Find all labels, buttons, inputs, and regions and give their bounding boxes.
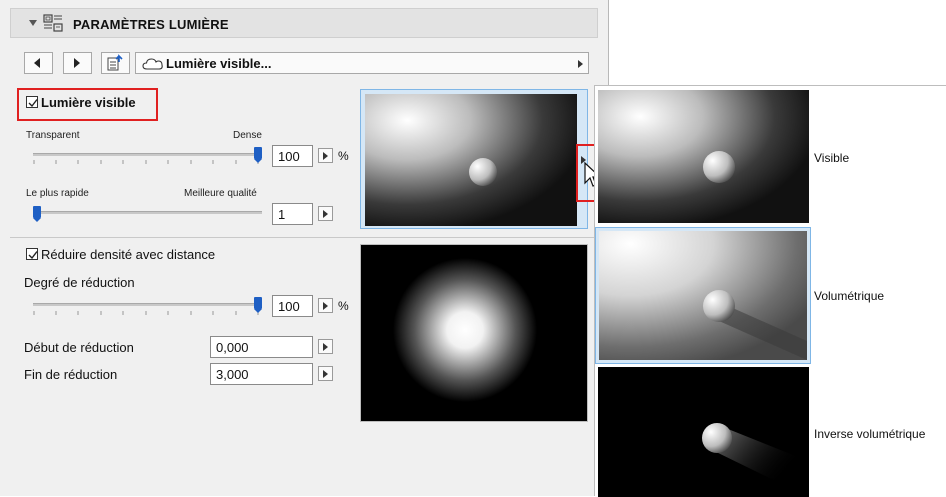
- quality-slider-thumb[interactable]: [33, 206, 41, 222]
- reduction-slider-track[interactable]: [33, 303, 262, 306]
- visible-light-preview[interactable]: [360, 89, 588, 229]
- popup-option-volumetric[interactable]: [595, 227, 811, 364]
- density-arrow-button[interactable]: [318, 148, 333, 163]
- popup-option-label: Inverse volumétrique: [814, 427, 926, 441]
- panel-header[interactable]: PARAMÈTRES LUMIÈRE: [10, 8, 598, 38]
- density-unit: %: [338, 149, 349, 163]
- settings-arrow-icon: [107, 54, 123, 71]
- collapse-triangle-icon[interactable]: [29, 20, 37, 26]
- arrow-left-icon: [34, 58, 40, 68]
- reduction-start-field[interactable]: 0,000: [210, 336, 313, 358]
- light-effect-popup: Visible Volumétrique Inverse volumétriqu…: [594, 85, 946, 497]
- preset-name: Lumière visible...: [166, 56, 272, 71]
- section-divider: [10, 237, 600, 238]
- reduction-unit: %: [338, 299, 349, 313]
- dropdown-arrow-icon: [578, 60, 583, 68]
- preset-dropdown[interactable]: Lumière visible...: [135, 52, 589, 74]
- checkmark-icon: [28, 251, 38, 260]
- arrow-right-icon: [74, 58, 80, 68]
- density-slider-ticks: [33, 160, 259, 164]
- popup-option-visible[interactable]: [598, 90, 809, 223]
- density-value-field[interactable]: 100: [272, 145, 313, 167]
- reduction-value-field[interactable]: 100: [272, 295, 313, 317]
- reduction-slider-ticks: [33, 311, 259, 315]
- arrow-right-icon: [323, 152, 328, 160]
- light-settings-panel: PARAMÈTRES LUMIÈRE Lumière visible... Lu…: [0, 0, 609, 496]
- popup-option-label: Visible: [814, 151, 850, 165]
- reduction-end-label: Fin de réduction: [24, 367, 118, 382]
- inverse-volumetric-option-image: [598, 367, 809, 497]
- visible-light-preview-image: [365, 94, 577, 226]
- density-slider-track[interactable]: [33, 153, 262, 156]
- checkmark-icon: [28, 99, 38, 108]
- reduction-preview-image: [361, 245, 587, 421]
- popup-option-label: Volumétrique: [814, 289, 885, 303]
- arrow-right-icon: [323, 302, 328, 310]
- quality-slider-track[interactable]: [33, 211, 262, 214]
- preset-settings-button[interactable]: [101, 52, 130, 74]
- reduce-density-checkbox[interactable]: [26, 248, 38, 260]
- quality-value-field[interactable]: 1: [272, 203, 313, 225]
- reduction-degree-label: Degré de réduction: [24, 275, 135, 290]
- panel-title: PARAMÈTRES LUMIÈRE: [73, 17, 229, 32]
- quality-right-label: Meilleure qualité: [184, 188, 257, 199]
- reduction-start-arrow-button[interactable]: [318, 339, 333, 354]
- popup-option-inverse-volumetric[interactable]: [598, 367, 809, 497]
- visible-light-checkbox[interactable]: [26, 96, 38, 108]
- density-right-label: Dense: [233, 130, 262, 141]
- visible-option-image: [598, 90, 809, 223]
- quality-left-label: Le plus rapide: [26, 188, 89, 199]
- reduction-slider-thumb[interactable]: [254, 297, 262, 313]
- volumetric-option-image: [599, 231, 807, 360]
- reduction-end-field[interactable]: 3,000: [210, 363, 313, 385]
- reduction-arrow-button[interactable]: [318, 298, 333, 313]
- visible-light-label: Lumière visible: [41, 95, 136, 110]
- arrow-right-icon: [323, 370, 328, 378]
- cloud-icon: [142, 58, 163, 70]
- light-settings-icon: [43, 14, 63, 32]
- reduction-end-arrow-button[interactable]: [318, 366, 333, 381]
- density-left-label: Transparent: [26, 130, 80, 141]
- arrow-right-icon: [323, 343, 328, 351]
- quality-arrow-button[interactable]: [318, 206, 333, 221]
- arrow-right-icon: [323, 210, 328, 218]
- reduce-density-label: Réduire densité avec distance: [41, 247, 216, 262]
- next-preset-button[interactable]: [63, 52, 92, 74]
- density-slider-thumb[interactable]: [254, 147, 262, 163]
- reduction-preview: [360, 244, 588, 422]
- reduction-start-label: Début de réduction: [24, 340, 134, 355]
- previous-preset-button[interactable]: [24, 52, 53, 74]
